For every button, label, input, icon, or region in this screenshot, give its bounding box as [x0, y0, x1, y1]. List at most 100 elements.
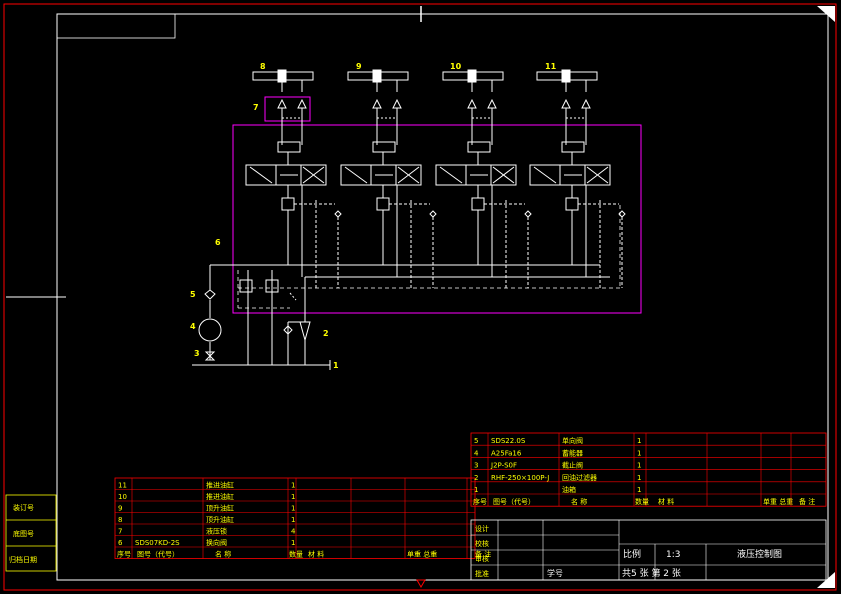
table-cell: 5 — [474, 437, 478, 445]
table-cell: 回油过滤器 — [562, 473, 597, 482]
table-cell: 单向阀 — [562, 436, 583, 445]
title-block: 设计 校核 审核 批准 比例 1:3 液压控制图 共5 张 第 2 张 学号 — [470, 519, 827, 581]
callout-10: 10 — [450, 62, 462, 71]
table-cell: 4 — [291, 528, 296, 536]
scale-label: 比例 — [623, 548, 641, 560]
table-header-cell: 序号 — [117, 550, 131, 559]
top-left-box — [56, 13, 176, 39]
table-cell: 11 — [118, 482, 127, 490]
table-cell: A25Fa16 — [491, 449, 522, 457]
table-cell: 9 — [118, 505, 122, 513]
shuttle-valve-icon — [372, 141, 396, 153]
table-header-cell: 序号 — [473, 497, 487, 506]
shuttle-valve-icon — [277, 141, 301, 153]
callout-2: 2 — [323, 329, 329, 338]
table-header-cell: 名 称 — [571, 497, 587, 506]
sheet-count: 共5 张 第 2 张 — [622, 567, 681, 579]
table-cell: 8 — [118, 516, 122, 524]
callout-7: 7 — [253, 103, 259, 112]
lock-boundary — [264, 96, 311, 122]
table-cell: 1 — [637, 437, 641, 445]
accumulator-4-icon — [198, 318, 222, 342]
table-cell: 2 — [474, 474, 478, 482]
table-header-cell: 图号（代号） — [493, 497, 535, 506]
callout-4: 4 — [190, 322, 196, 331]
table-cell: 7 — [118, 528, 122, 536]
table-cell: 蓄能器 — [562, 448, 583, 457]
student-id-label: 学号 — [547, 568, 563, 578]
callout-1: 1 — [333, 361, 339, 370]
table-header-cell: 单重 总重 — [763, 497, 793, 506]
lock-icon — [561, 98, 591, 109]
table-cell: 10 — [118, 493, 127, 501]
callout-9: 9 — [356, 62, 362, 71]
relief-valve-icon — [239, 279, 253, 293]
pressure-valve-icon — [471, 197, 485, 211]
table-cell: SDS07KD-2S — [135, 539, 180, 547]
valve-stack — [435, 69, 532, 288]
pressure-valve-icon — [281, 197, 295, 211]
table-header-cell: 数量 — [289, 550, 303, 559]
pilot-lines — [237, 205, 621, 309]
table-cell: 1 — [637, 462, 641, 470]
inner-frame — [56, 13, 829, 581]
drawing-sheet: 1 2 3 4 5 6 7 8 9 10 11 装订号 底图号 归档日期 11 推… — [3, 3, 837, 591]
callout-8: 8 — [260, 62, 266, 71]
archive-date-label: 归档日期 — [9, 555, 37, 564]
table-header-cell: 图号（代号） — [137, 550, 179, 559]
scale-value: 1:3 — [666, 550, 680, 560]
hydraulic-lines — [192, 264, 610, 370]
table-cell: 1 — [637, 486, 641, 494]
table-cell: 6 — [118, 539, 123, 547]
binding-number-label: 装订号 — [13, 503, 34, 512]
review-label: 审核 — [475, 554, 489, 563]
valve-stack — [529, 69, 626, 288]
lock-icon — [372, 98, 402, 109]
table-cell: 1 — [291, 505, 295, 513]
table-cell: 液压锁 — [206, 527, 227, 536]
drawing-title: 液压控制图 — [737, 548, 782, 560]
table-cell: 1 — [637, 474, 641, 482]
table-cell: 3 — [474, 462, 478, 470]
table-cell: 换向阀 — [206, 538, 227, 547]
valve-block-boundary — [232, 124, 642, 314]
table-cell: 顶升油缸 — [206, 515, 234, 524]
base-drawing-number-label: 底图号 — [13, 529, 34, 538]
table-cell: 1 — [291, 493, 295, 501]
outer-frame — [3, 3, 837, 591]
pressure-valve-icon — [376, 197, 390, 211]
filter-2-icon — [299, 321, 311, 342]
design-label: 设计 — [475, 524, 489, 533]
callout-11: 11 — [545, 62, 557, 71]
valve-stack — [245, 69, 342, 288]
table-header-cell: 备 注 — [799, 497, 815, 506]
table-cell: 1 — [291, 539, 295, 547]
table-header-cell: 材 料 — [308, 550, 324, 559]
approve-label: 批准 — [475, 569, 489, 578]
check-valve-5-icon — [204, 289, 216, 300]
table-header-cell: 名 称 — [215, 550, 231, 559]
table-header-cell: 单重 总重 — [407, 550, 437, 559]
table-header-cell: 材 料 — [658, 497, 674, 506]
pressure-valve-icon — [565, 197, 579, 211]
callout-5: 5 — [190, 290, 196, 299]
callout-6: 6 — [215, 238, 221, 247]
parts-list-right: 5 SDS22.0S 单向阀 1 4 A25Fa16 蓄能器 1 3 J2P-S0F 截止阀 1 2 RH… — [470, 432, 827, 507]
check-label: 校核 — [475, 539, 489, 548]
table-cell: 推进油缸 — [206, 481, 234, 490]
table-cell: 推进油缸 — [206, 492, 234, 501]
power-unit — [198, 279, 311, 361]
lock-icon — [277, 98, 307, 109]
table-header-cell: 数量 — [635, 497, 649, 506]
valve-stacks — [245, 69, 626, 288]
table-cell: 1 — [291, 516, 295, 524]
parts-list-left: 11 推进油缸 110 推进油缸 19 顶升油缸 18 顶升油缸 17 液压锁 46 SDS07KD-… — [114, 477, 491, 559]
table-cell: 1 — [474, 486, 478, 494]
table-cell: 油箱 — [562, 485, 576, 494]
binding-strip: 装订号 底图号 归档日期 — [5, 494, 57, 572]
lock-icon — [467, 98, 497, 109]
table-cell: SDS22.0S — [491, 437, 526, 445]
valve-stack — [340, 69, 437, 288]
table-cell: 1 — [637, 449, 641, 457]
table-cell: RHF-250×100P-J — [491, 474, 549, 482]
